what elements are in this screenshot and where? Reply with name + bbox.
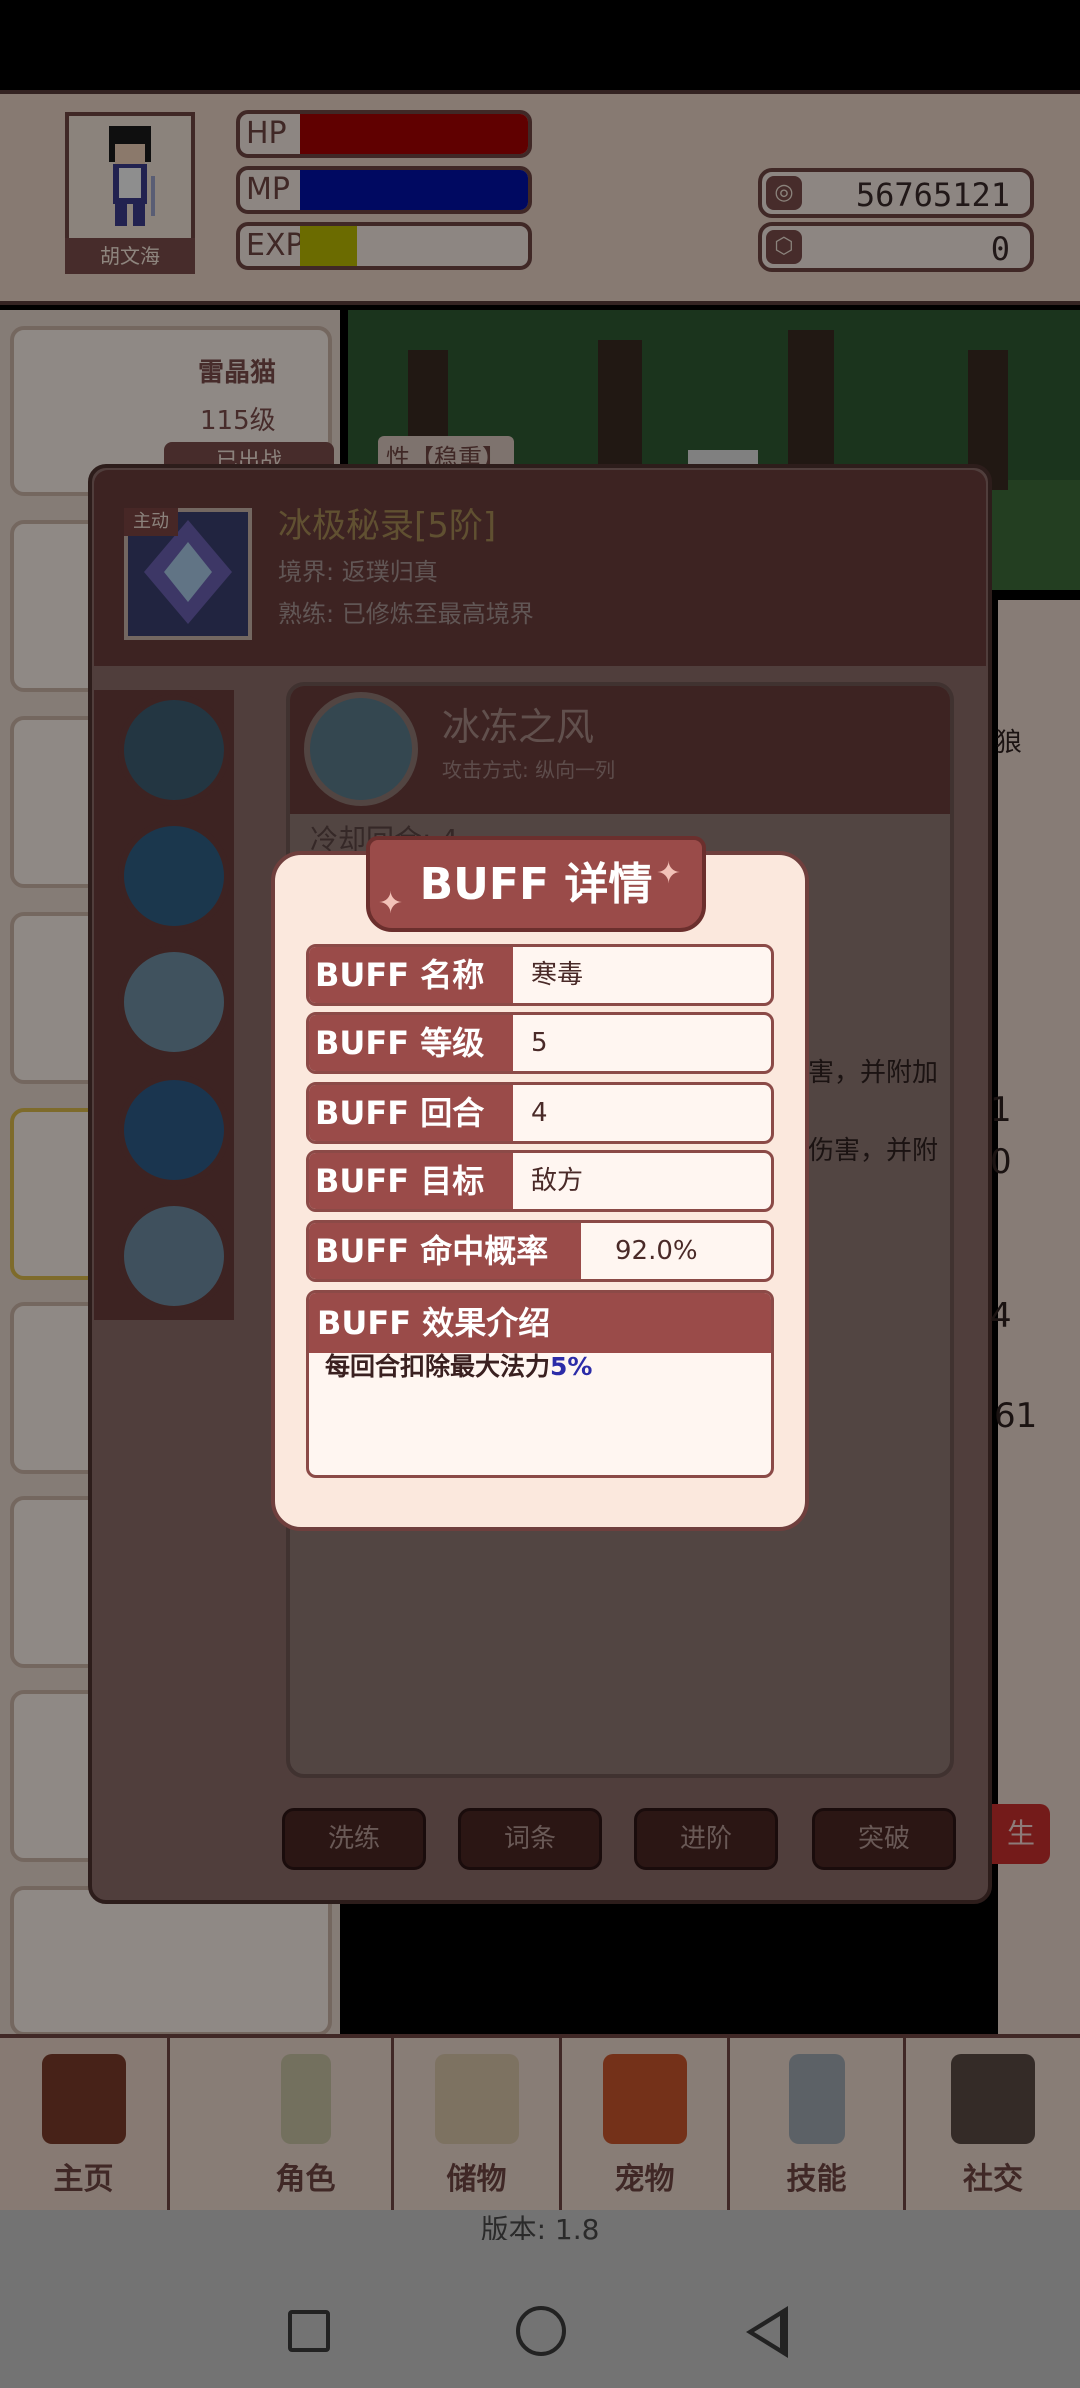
buff-hit-rate-value: 92.0% [615,1236,698,1266]
buff-effect-desc: 每回合扣除最大法力 [325,1352,551,1381]
buff-rounds-value: 4 [531,1098,548,1128]
buff-name-value: 寒毒 [531,960,584,990]
buff-level-value: 5 [531,1028,548,1058]
buff-rounds-label: BUFF 回合 [309,1085,513,1141]
buff-effect-label: BUFF 效果介绍 [309,1293,771,1353]
buff-level-row: BUFF 等级 5 [306,1012,774,1074]
buff-dialog-title: BUFF 详情 [419,859,653,910]
recents-icon[interactable] [288,2310,330,2352]
buff-effect-box: BUFF 效果介绍 每回合扣除最大法力5% [306,1290,774,1478]
buff-name-row: BUFF 名称 寒毒 [306,944,774,1006]
version-label: 版本: 1.8 [0,2210,1080,2240]
buff-rounds-row: BUFF 回合 4 [306,1082,774,1144]
buff-effect-highlight: 5% [550,1352,593,1381]
buff-target-row: BUFF 目标 敌方 [306,1150,774,1212]
buff-hit-rate-row: BUFF 命中概率 92.0% [306,1220,774,1282]
buff-name-label: BUFF 名称 [309,947,513,1003]
buff-target-value: 敌方 [531,1166,584,1196]
home-icon[interactable] [516,2306,566,2356]
buff-effect-text: 每回合扣除最大法力5% [325,1347,592,1383]
back-icon-inner [754,2316,780,2348]
buff-hit-rate-label: BUFF 命中概率 [309,1223,581,1279]
buff-target-label: BUFF 目标 [309,1153,513,1209]
buff-level-label: BUFF 等级 [309,1015,513,1071]
